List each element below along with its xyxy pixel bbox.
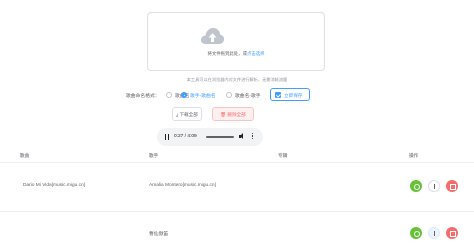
more-options-icon[interactable] <box>252 133 254 141</box>
row-song-title: Dario Mi Vida[music.migu.cn] <box>23 183 86 188</box>
download-row-button[interactable] <box>428 180 440 192</box>
column-header-artist: 歌手 <box>149 153 159 158</box>
upload-dropzone[interactable]: 将文件拖到此处，或点击选择 <box>147 12 325 71</box>
cloud-upload-icon <box>199 25 225 49</box>
upload-hint-text: 将文件拖到此处，或 <box>207 51 247 56</box>
upload-hint: 将文件拖到此处，或点击选择 <box>148 51 324 57</box>
naming-format-row: 歌曲命名格式： 歌曲名 歌手-歌曲名 歌曲名-歌手 <box>0 92 474 101</box>
download-all-label: 下载全部 <box>179 112 198 117</box>
audio-player[interactable]: 0:27 / 4:09 <box>157 128 263 146</box>
radio-song-artist[interactable]: 歌曲名-歌手 <box>226 92 261 99</box>
column-header-song: 歌曲 <box>20 153 30 158</box>
volume-icon[interactable] <box>239 133 246 140</box>
radio-artist-song[interactable]: 歌手-歌曲名 <box>181 92 216 99</box>
row-artist: Amalia Montero[music.migu.cn] <box>149 183 216 188</box>
format-label: 歌曲命名格式： <box>126 94 160 99</box>
delete-row-button[interactable] <box>446 180 458 192</box>
save-now-checkbox[interactable]: 立即保存 <box>270 88 310 101</box>
save-now-label: 立即保存 <box>284 93 303 98</box>
play-row-button[interactable] <box>410 180 422 192</box>
seek-bar[interactable] <box>206 136 234 138</box>
radio-circle <box>226 92 232 98</box>
radio-label: 歌曲名-歌手 <box>235 94 261 99</box>
column-header-album: 专辑 <box>278 153 288 158</box>
radio-label: 歌手-歌曲名 <box>190 94 216 99</box>
upload-select-link[interactable]: 点击选择 <box>247 51 265 56</box>
download-all-button[interactable]: ⤓ 下载全部 <box>172 107 202 121</box>
column-header-actions: 操作 <box>409 153 419 158</box>
header-divider <box>0 162 474 163</box>
tip-text: 本工具可以在浏览器内对文件进行解析，无需消耗流量 <box>186 77 288 82</box>
row-artist: 曹仙傲笛 <box>149 232 169 237</box>
radio-circle <box>166 92 172 98</box>
delete-all-label: 删除全部 <box>227 112 246 117</box>
pause-icon[interactable] <box>165 134 169 140</box>
row-divider <box>0 211 474 212</box>
radio-circle-checked <box>181 92 187 98</box>
player-time: 0:27 / 4:09 <box>174 134 197 139</box>
download-row-button[interactable] <box>428 227 440 239</box>
play-row-button[interactable] <box>410 227 422 239</box>
delete-row-button[interactable] <box>446 227 458 239</box>
checkbox-check-icon <box>275 92 281 98</box>
delete-all-button[interactable]: 🗑 删除全部 <box>212 107 254 121</box>
